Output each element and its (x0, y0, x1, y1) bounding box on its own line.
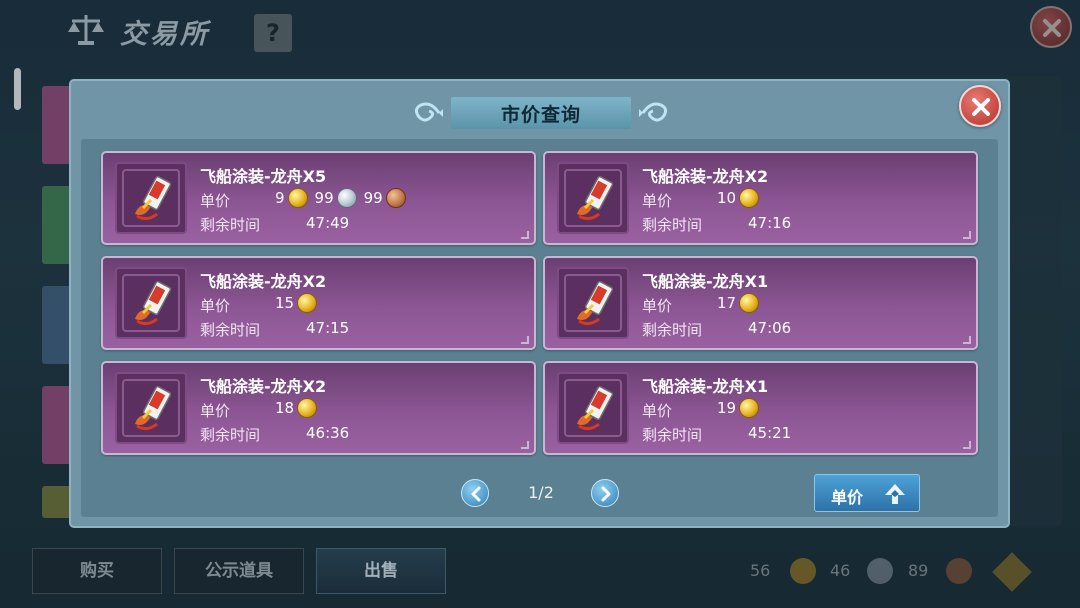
dialog-title: 市价查询 (500, 104, 581, 126)
listing-card-5[interactable]: 飞船涂装-龙舟X2 单价 18 剩余时间 46:36 (101, 361, 536, 455)
price-amount: 9 (275, 189, 285, 207)
price-amount: 19 (717, 399, 737, 417)
listing-card-6[interactable]: 飞船涂装-龙舟X1 单价 19 剩余时间 45:21 (543, 361, 978, 455)
gold-coin-icon (739, 398, 760, 418)
price-amount: 17 (717, 294, 737, 312)
unit-price-value: 15 (275, 292, 321, 314)
card-corner-mark (963, 231, 971, 239)
gold-coin-icon (297, 398, 318, 418)
remaining-time-value: 47:16 (748, 214, 792, 232)
price-amount: 15 (275, 294, 295, 312)
sort-button-label: 单价 (831, 488, 864, 507)
ship-skin-item-icon (122, 379, 180, 437)
dialog-header: 市价查询 (411, 93, 671, 131)
sort-by-unit-price-button[interactable]: 单价 (814, 474, 920, 512)
ship-skin-item-icon (122, 169, 180, 227)
item-name: 飞船涂装-龙舟X2 (642, 167, 769, 186)
unit-price-label: 单价 (642, 192, 673, 210)
item-icon-frame (557, 162, 629, 234)
unit-price-value: 10 (717, 187, 763, 209)
ship-skin-item-icon (564, 274, 622, 332)
prev-page-button[interactable] (461, 479, 489, 507)
next-page-button[interactable] (591, 479, 619, 507)
unit-price-label: 单价 (200, 297, 231, 315)
item-name: 飞船涂装-龙舟X5 (200, 167, 327, 186)
gold-coin-icon (287, 188, 308, 208)
ship-skin-item-icon (122, 274, 180, 332)
chevron-right-icon (601, 486, 611, 502)
gold-coin-icon (739, 293, 760, 313)
remaining-time-label: 剩余时间 (642, 426, 703, 444)
remaining-time-label: 剩余时间 (642, 321, 703, 339)
unit-price-value: 19 (717, 397, 763, 419)
unit-price-value: 9 99 99 (275, 187, 410, 209)
item-icon-frame (115, 162, 187, 234)
unit-price-label: 单价 (642, 297, 673, 315)
item-icon-frame (557, 372, 629, 444)
item-name: 飞船涂装-龙舟X2 (200, 377, 327, 396)
item-name: 飞船涂装-龙舟X1 (642, 272, 769, 291)
remaining-time-label: 剩余时间 (200, 426, 261, 444)
ship-skin-item-icon (564, 379, 622, 437)
sort-up-arrow-icon (885, 484, 905, 504)
market-price-dialog: 市价查询 飞船涂装-龙舟X5 单价 9 99 99 剩余时间 47:49 飞船涂… (69, 79, 1010, 528)
listing-card-2[interactable]: 飞船涂装-龙舟X2 单价 10 剩余时间 47:16 (543, 151, 978, 245)
page-indicator: 1/2 (528, 483, 554, 502)
ship-skin-item-icon (564, 169, 622, 227)
card-corner-mark (521, 231, 529, 239)
item-icon-frame (115, 372, 187, 444)
item-name: 飞船涂装-龙舟X1 (642, 377, 769, 396)
unit-price-label: 单价 (642, 402, 673, 420)
unit-price-value: 18 (275, 397, 321, 419)
remaining-time-value: 47:15 (306, 319, 350, 337)
unit-price-label: 单价 (200, 402, 231, 420)
unit-price-value: 17 (717, 292, 763, 314)
item-icon-frame (115, 267, 187, 339)
card-corner-mark (963, 441, 971, 449)
listing-card-3[interactable]: 飞船涂装-龙舟X2 单价 15 剩余时间 47:15 (101, 256, 536, 350)
item-name: 飞船涂装-龙舟X2 (200, 272, 327, 291)
card-corner-mark (521, 336, 529, 344)
unit-price-label: 单价 (200, 192, 231, 210)
item-icon-frame (557, 267, 629, 339)
price-amount: 99 (363, 189, 383, 207)
remaining-time-value: 47:06 (748, 319, 792, 337)
listing-card-4[interactable]: 飞船涂装-龙舟X1 单价 17 剩余时间 47:06 (543, 256, 978, 350)
bronze-coin-icon (385, 188, 406, 208)
gold-coin-icon (297, 293, 318, 313)
remaining-time-value: 45:21 (748, 424, 792, 442)
listing-area: 飞船涂装-龙舟X5 单价 9 99 99 剩余时间 47:49 飞船涂装-龙舟X2 … (81, 139, 998, 517)
remaining-time-value: 46:36 (306, 424, 350, 442)
listing-card-1[interactable]: 飞船涂装-龙舟X5 单价 9 99 99 剩余时间 47:49 (101, 151, 536, 245)
card-corner-mark (963, 336, 971, 344)
chevron-left-icon (471, 486, 481, 502)
price-amount: 99 (314, 189, 334, 207)
price-amount: 10 (717, 189, 737, 207)
close-x-icon (972, 98, 990, 116)
remaining-time-value: 47:49 (306, 214, 350, 232)
remaining-time-label: 剩余时间 (642, 216, 703, 234)
card-corner-mark (521, 441, 529, 449)
header-ornament-right-icon (639, 102, 668, 122)
silver-coin-icon (336, 188, 357, 208)
gold-coin-icon (739, 188, 760, 208)
remaining-time-label: 剩余时间 (200, 216, 261, 234)
price-amount: 18 (275, 399, 295, 417)
dialog-close-button[interactable] (959, 85, 1001, 127)
remaining-time-label: 剩余时间 (200, 321, 261, 339)
